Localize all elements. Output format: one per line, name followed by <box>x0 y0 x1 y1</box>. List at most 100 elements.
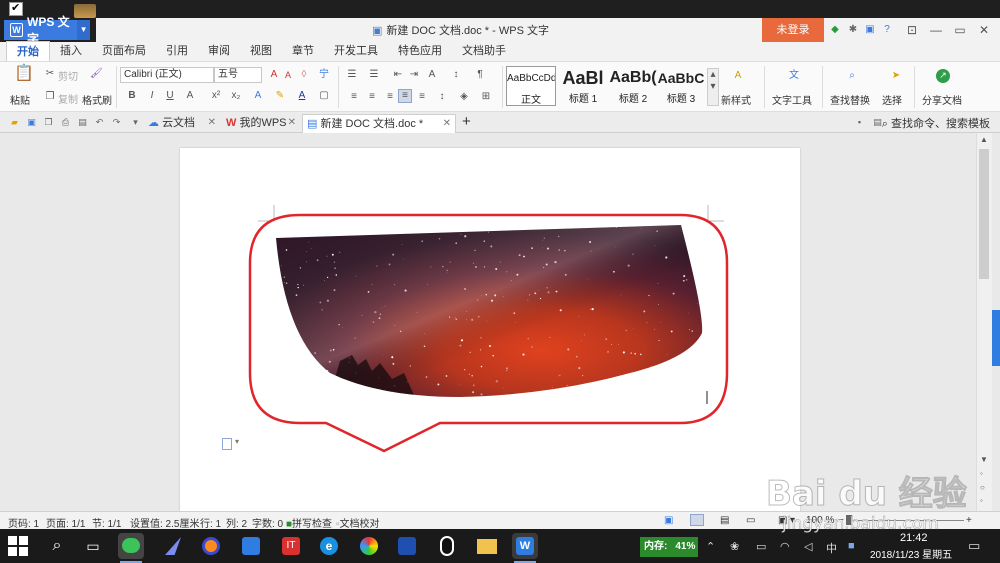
decrease-indent-icon[interactable]: ⇤ <box>392 69 404 81</box>
status-word-count[interactable]: 字数: 0 <box>252 515 283 530</box>
maximize-button[interactable]: ▭ <box>948 20 972 40</box>
style-heading-3[interactable]: AaBbC 标题 3 <box>656 66 706 106</box>
page-view-icon[interactable] <box>690 514 704 526</box>
export-icon[interactable]: ❐ <box>43 117 54 128</box>
font-size-select[interactable]: 五号 <box>214 67 262 83</box>
tab-features[interactable]: 特色应用 <box>388 41 452 61</box>
spell-check-button[interactable]: ■拼写检查 <box>286 515 332 530</box>
style-heading-2[interactable]: AaBb( 标题 2 <box>608 66 658 106</box>
ime-tool-icon[interactable]: ■ <box>848 540 855 552</box>
tab-home[interactable]: 开始 <box>6 41 50 61</box>
outline-view-icon[interactable]: ▤ <box>720 515 729 526</box>
tab-view[interactable]: 视图 <box>240 41 282 61</box>
scroll-thumb[interactable] <box>979 149 989 279</box>
clear-format-icon[interactable]: ◊ <box>298 69 310 81</box>
strikethrough-icon[interactable]: A <box>184 90 196 102</box>
text-tools-button[interactable]: 文字工具 <box>772 92 812 107</box>
style-normal[interactable]: AaBbCcDd 正文 <box>506 66 556 106</box>
preview-icon[interactable]: ▤ <box>77 117 88 128</box>
desktop-checkbox-icon[interactable] <box>9 1 23 16</box>
tab-developer[interactable]: 开发工具 <box>324 41 388 61</box>
wifi-icon[interactable]: ◠ <box>780 540 790 553</box>
reading-view-icon[interactable]: ▣ <box>778 515 787 526</box>
undo-icon[interactable]: ↶ <box>94 117 105 128</box>
edge-icon[interactable]: e <box>316 533 342 559</box>
chevron-down-icon[interactable]: ▼ <box>77 20 90 40</box>
cut-button[interactable]: 剪切 <box>58 68 78 83</box>
restore-ribbon-icon[interactable]: ⊡ <box>900 20 924 40</box>
ime-indicator[interactable]: 中 <box>826 540 837 556</box>
proofread-button[interactable]: ▫文档校对 <box>336 515 380 530</box>
app-menu-button[interactable]: W WPS 文字 ▼ <box>4 15 90 46</box>
grow-font-icon[interactable]: A <box>268 69 280 81</box>
justify-icon[interactable]: ≡ <box>398 89 412 103</box>
subscript-icon[interactable]: x₂ <box>230 90 242 102</box>
numbering-icon[interactable]: ☰ <box>368 69 380 81</box>
notification-icon[interactable]: ▭ <box>968 538 980 554</box>
style-heading-1[interactable]: AaBl 标题 1 <box>558 66 608 106</box>
app-blue-icon[interactable] <box>238 533 264 559</box>
next-page-icon[interactable]: ◦ <box>980 496 983 505</box>
tab-doc-assistant[interactable]: 文档助手 <box>452 41 516 61</box>
tab-my-wps[interactable]: W 我的WPS ✕ <box>222 114 300 133</box>
app-colorful-icon[interactable] <box>356 533 382 559</box>
redo-icon[interactable]: ↷ <box>111 117 122 128</box>
paste-button[interactable]: 粘贴 <box>10 92 30 107</box>
tab-section[interactable]: 章节 <box>282 41 324 61</box>
clock-date[interactable]: 2018/11/23 星期五 <box>870 546 952 561</box>
vertical-scrollbar[interactable]: ▲ ▼ ◦ ○ ◦ <box>976 133 992 511</box>
font-name-select[interactable]: Calibri (正文) <box>120 67 214 83</box>
tab-insert[interactable]: 插入 <box>50 41 92 61</box>
quick-access-more-icon[interactable]: ▾ <box>130 117 141 128</box>
qq-icon[interactable] <box>434 533 460 559</box>
cloud-sync-icon[interactable]: ▣ <box>664 515 673 526</box>
new-tab-button[interactable]: + <box>458 114 471 133</box>
tab-references[interactable]: 引用 <box>156 41 198 61</box>
file-explorer-icon[interactable] <box>474 533 500 559</box>
font-color-icon[interactable]: A <box>296 90 308 102</box>
shield-icon[interactable]: ◆ <box>829 24 841 36</box>
tab-review[interactable]: 审阅 <box>198 41 240 61</box>
app-red-icon[interactable]: IT <box>278 533 304 559</box>
side-panel-toggle[interactable] <box>992 310 1000 366</box>
align-center-icon[interactable]: ≡ <box>366 91 378 103</box>
command-search[interactable]: ⌕ 查找命令、搜索模板 <box>882 115 990 131</box>
align-right-icon[interactable]: ≡ <box>384 91 396 103</box>
show-marks-icon[interactable]: ¶ <box>474 69 486 81</box>
clock-time[interactable]: 21:42 <box>900 532 928 544</box>
help-icon[interactable]: ? <box>881 24 893 36</box>
select-button[interactable]: 选择 <box>882 92 902 107</box>
line-spacing-icon[interactable]: ↕ <box>436 91 448 103</box>
distribute-icon[interactable]: ≡ <box>416 91 428 103</box>
tray-expand-icon[interactable]: ⌃ <box>706 540 715 553</box>
superscript-icon[interactable]: x² <box>210 90 222 102</box>
zoom-out-icon[interactable]: − <box>838 515 844 526</box>
login-button[interactable]: 未登录 <box>762 18 824 42</box>
scroll-up-icon[interactable]: ▲ <box>980 135 988 144</box>
scroll-down-icon[interactable]: ▼ <box>980 455 988 464</box>
share-doc-button[interactable]: 分享文档 <box>922 92 962 107</box>
close-button[interactable]: ✕ <box>972 20 996 40</box>
italic-icon[interactable]: I <box>146 90 158 102</box>
tray-app-icon[interactable]: ❀ <box>730 540 739 553</box>
zoom-in-icon[interactable]: + <box>966 515 972 526</box>
tab-page-layout[interactable]: 页面布局 <box>92 41 156 61</box>
bold-icon[interactable]: B <box>126 90 138 102</box>
zoom-level[interactable]: 100 % <box>806 515 834 526</box>
paste-icon[interactable]: 📋 <box>14 66 34 86</box>
minimize-button[interactable]: — <box>924 20 948 40</box>
borders-icon[interactable]: ⊞ <box>480 91 492 103</box>
chinese-layout-icon[interactable]: A <box>426 69 438 81</box>
app-feather-icon[interactable] <box>160 533 186 559</box>
open-icon[interactable]: ▰ <box>9 117 20 128</box>
task-view-icon[interactable]: ▭ <box>80 533 106 559</box>
char-border-icon[interactable]: ▢ <box>318 90 330 102</box>
text-effect-icon[interactable]: A <box>252 90 264 102</box>
style-gallery-scroll[interactable]: ▴ ▾ <box>707 68 719 106</box>
save-icon[interactable]: ▣ <box>26 117 37 128</box>
starry-sky-image[interactable] <box>270 221 710 401</box>
firefox-icon[interactable] <box>198 533 224 559</box>
paragraph-layout-icon[interactable] <box>222 437 239 450</box>
app-flower-icon[interactable] <box>394 533 420 559</box>
bullets-icon[interactable]: ☰ <box>346 69 358 81</box>
